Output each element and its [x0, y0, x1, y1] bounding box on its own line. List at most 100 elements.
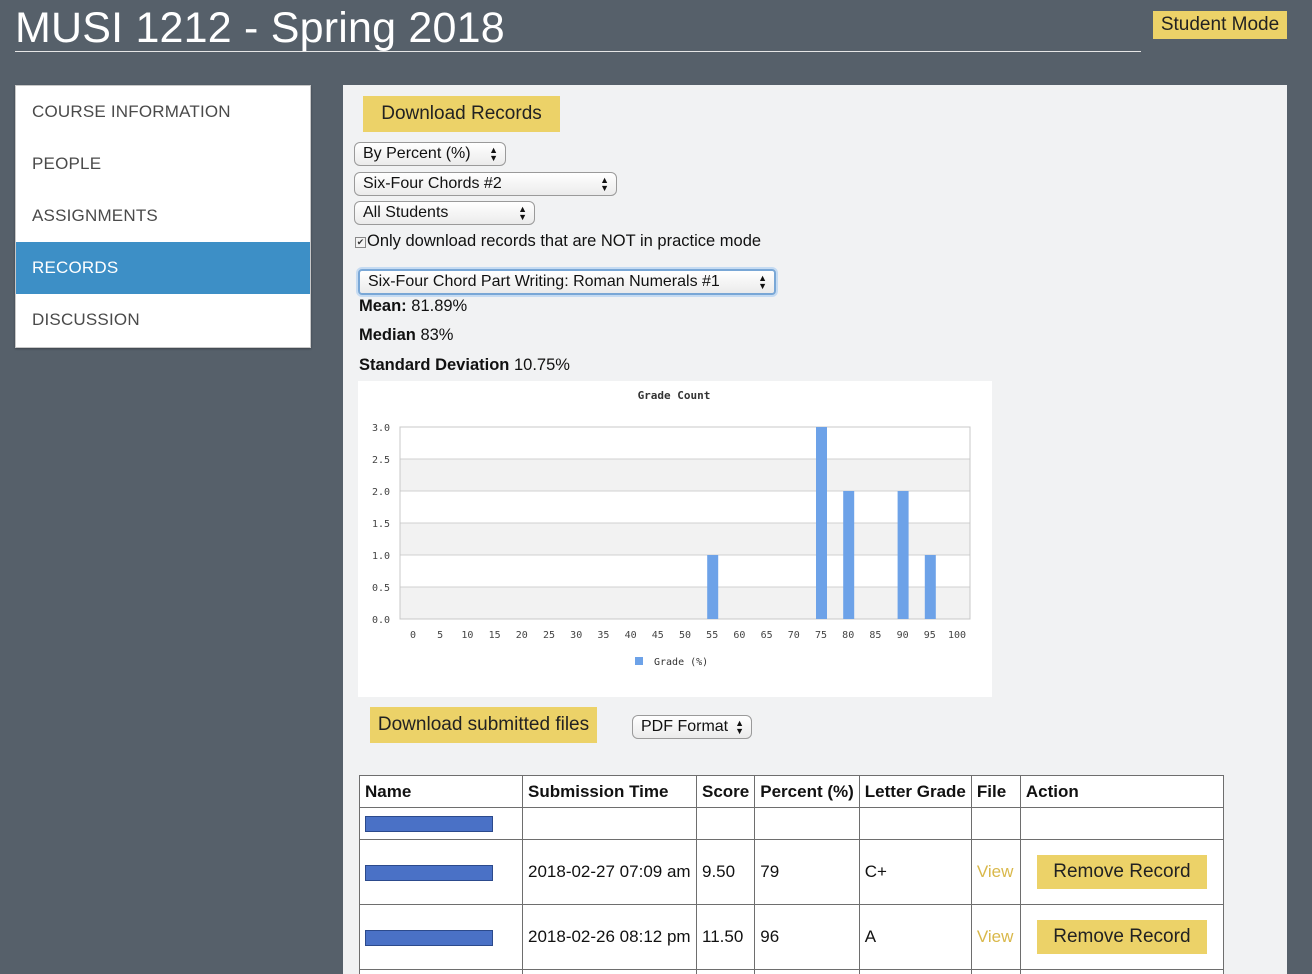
percent-cell: 79 — [754, 839, 860, 905]
x-tick-label: 15 — [489, 630, 501, 641]
table-header-row: Name Submission Time Score Percent (%) L… — [359, 775, 1224, 808]
practice-mode-checkbox[interactable]: ✔ — [355, 237, 366, 248]
y-tick-label: 0.0 — [372, 615, 390, 626]
table-row: 2018-02-26 08:12 pm 11.50 96 A View Remo… — [359, 904, 1224, 970]
x-tick-label: 50 — [679, 630, 691, 641]
empty-cell — [1019, 969, 1224, 974]
student-name-cell — [359, 807, 523, 840]
grid-band — [400, 459, 970, 491]
column-header-action: Action — [1019, 775, 1224, 808]
sidebar-item-course-information[interactable]: COURSE INFORMATION — [16, 86, 310, 138]
grade-count-chart-svg: Grade Count 0.0 0.5 1.0 1.5 2.0 2.5 3.0 0 5 10 15 20… — [372, 389, 971, 668]
student-filter-value: All Students — [363, 204, 449, 221]
x-tick-label: 90 — [897, 630, 909, 641]
x-tick-label: 40 — [625, 630, 637, 641]
bar — [843, 491, 855, 619]
empty-cell — [754, 969, 860, 974]
assignment-group-select[interactable]: Six-Four Chords #2 ▲ ▼ — [354, 172, 617, 196]
grid-band — [400, 587, 970, 619]
column-header-score: Score — [695, 775, 756, 808]
file-cell: View — [970, 904, 1021, 970]
grid-band — [400, 523, 970, 555]
x-tick-label: 95 — [924, 630, 936, 641]
x-tick-label: 55 — [706, 630, 718, 641]
x-tick-label: 10 — [461, 630, 473, 641]
legend-label: Grade (%) — [654, 657, 708, 668]
grade-type-select[interactable]: By Percent (%) ▲ ▼ — [354, 142, 506, 166]
x-tick-label: 100 — [948, 630, 966, 641]
bar — [707, 555, 719, 619]
select-arrows-icon: ▲ ▼ — [758, 273, 767, 291]
column-header-letter-grade: Letter Grade — [858, 775, 972, 808]
x-tick-label: 85 — [869, 630, 881, 641]
bar — [816, 427, 827, 619]
assignment-group-value: Six-Four Chords #2 — [363, 175, 502, 192]
x-tick-label: 60 — [733, 630, 745, 641]
student-name-cell — [359, 839, 523, 905]
submission-time-cell: 2018-02-26 08:12 pm — [522, 904, 697, 970]
file-format-value: PDF Format — [641, 718, 729, 735]
remove-record-button[interactable]: Remove Record — [1036, 920, 1207, 954]
download-records-button[interactable]: Download Records — [363, 96, 560, 132]
file-cell — [970, 807, 1021, 840]
x-tick-label: 75 — [815, 630, 827, 641]
student-filter-select[interactable]: All Students ▲ ▼ — [354, 201, 535, 225]
redacted-name — [365, 929, 493, 946]
select-arrows-icon: ▲ ▼ — [489, 145, 498, 163]
table-row: 2018-02-27 07:09 am 9.50 79 C+ View Remo… — [359, 839, 1224, 905]
score-cell — [695, 807, 756, 840]
submission-time-cell: 2018-02-27 07:09 am — [522, 839, 697, 905]
stddev-stat: Standard Deviation 10.75% — [359, 356, 570, 375]
x-tick-label: 25 — [543, 630, 555, 641]
score-cell: 11.50 — [695, 904, 756, 970]
sidebar-item-people[interactable]: PEOPLE — [16, 138, 310, 190]
y-tick-label: 1.5 — [372, 519, 390, 530]
y-tick-label: 2.5 — [372, 455, 390, 466]
select-arrows-icon: ▲ ▼ — [735, 718, 744, 736]
view-file-link[interactable]: View — [977, 862, 1014, 881]
legend-swatch — [635, 657, 643, 665]
file-cell: View — [970, 839, 1021, 905]
student-mode-button[interactable]: Student Mode — [1153, 11, 1287, 39]
x-tick-label: 80 — [842, 630, 854, 641]
x-tick-label: 65 — [761, 630, 773, 641]
empty-cell — [970, 969, 1021, 974]
column-header-submission-time: Submission Time — [522, 775, 697, 808]
stddev-value: 10.75% — [513, 356, 570, 374]
y-tick-label: 2.0 — [372, 487, 390, 498]
stddev-label: Standard Deviation — [359, 356, 510, 374]
y-tick-label: 1.0 — [372, 551, 390, 562]
percent-cell: 96 — [754, 904, 860, 970]
assignment-select[interactable]: Six-Four Chord Part Writing: Roman Numer… — [358, 269, 776, 295]
x-tick-label: 0 — [410, 630, 416, 641]
bar — [924, 555, 936, 619]
select-arrows-icon: ▲ ▼ — [518, 204, 527, 222]
practice-mode-label: Only download records that are NOT in pr… — [367, 232, 762, 250]
download-submitted-files-button[interactable]: Download submitted files — [370, 707, 597, 743]
page-title: MUSI 1212 - Spring 2018 — [15, 4, 1141, 52]
grid-band — [400, 427, 970, 459]
x-tick-label: 70 — [788, 630, 800, 641]
bar — [897, 491, 909, 619]
y-tick-label: 0.5 — [372, 583, 390, 594]
column-header-name: Name — [359, 775, 523, 808]
sidebar-item-assignments[interactable]: ASSIGNMENTS — [16, 190, 310, 242]
mean-label: Mean: — [359, 297, 407, 315]
sidebar-nav: COURSE INFORMATION PEOPLE ASSIGNMENTS RE… — [15, 85, 311, 348]
mean-value: 81.89% — [411, 297, 468, 315]
sidebar-item-discussion[interactable]: DISCUSSION — [16, 294, 310, 346]
file-format-select[interactable]: PDF Format ▲ ▼ — [632, 715, 752, 739]
x-tick-label: 20 — [516, 630, 528, 641]
sidebar-item-records[interactable]: RECORDS — [16, 242, 310, 294]
remove-record-button[interactable]: Remove Record — [1036, 855, 1207, 889]
grid-band — [400, 555, 970, 587]
letter-grade-cell: C+ — [858, 839, 972, 905]
view-file-link[interactable]: View — [977, 927, 1014, 946]
empty-cell — [858, 969, 972, 974]
records-table: Name Submission Time Score Percent (%) L… — [359, 775, 1224, 974]
column-header-percent: Percent (%) — [754, 775, 860, 808]
percent-cell — [754, 807, 860, 840]
redacted-name — [365, 816, 493, 833]
empty-cell — [522, 969, 697, 974]
empty-cell — [359, 969, 523, 974]
